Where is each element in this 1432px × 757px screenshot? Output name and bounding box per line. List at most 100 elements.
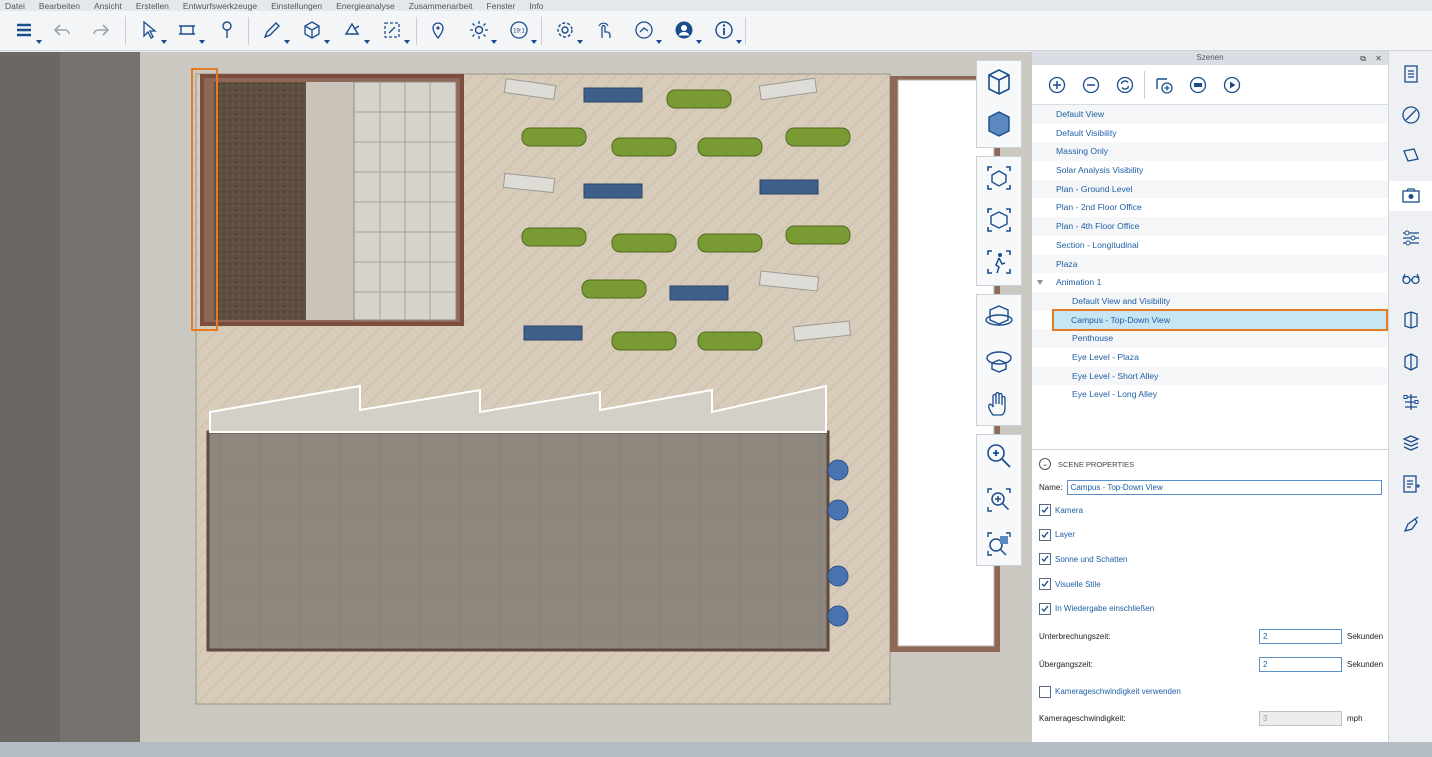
components-panel-icon[interactable] [1396, 305, 1426, 335]
toolbar-separator [541, 17, 542, 45]
play-icon[interactable] [1215, 71, 1249, 99]
sun-shadow-label: Sonne und Schatten [1055, 554, 1128, 564]
settings-icon[interactable] [553, 18, 583, 44]
menu-entwurfswerkzeuge[interactable]: Entwurfswerkzeuge [183, 1, 257, 11]
3d-viewport[interactable] [0, 52, 1031, 742]
select-icon[interactable] [137, 18, 167, 44]
list-item[interactable]: Eye Level - Plaza [1032, 348, 1388, 367]
camera-speed-checkbox-label: Kamerageschwindigkeit verwenden [1055, 687, 1181, 697]
include-playback-checkbox[interactable] [1039, 602, 1051, 615]
chevron-down-icon[interactable]: ⌄ [1039, 458, 1051, 470]
add-scene-icon[interactable] [1040, 71, 1074, 99]
time-icon[interactable]: 19:1 [507, 18, 537, 44]
layer-checkbox[interactable] [1039, 528, 1051, 541]
zoom-extents-icon[interactable] [976, 524, 1022, 564]
undock-icon[interactable]: ⧉ [1360, 52, 1366, 66]
zoom-window-icon[interactable] [976, 480, 1022, 520]
walk-view-icon[interactable] [976, 242, 1022, 282]
pause-unit: Sekunden [1347, 632, 1384, 642]
list-item[interactable]: Plan - 2nd Floor Office [1032, 198, 1388, 217]
list-item[interactable]: Penthouse [1032, 329, 1388, 348]
surface-icon[interactable] [340, 18, 370, 44]
menu-fenster[interactable]: Fenster [487, 1, 516, 11]
orbit-3d-icon[interactable] [976, 296, 1022, 336]
list-item[interactable]: Solar Analysis Visibility [1032, 161, 1388, 180]
right-sidebar [1388, 51, 1432, 742]
list-item[interactable]: Eye Level - Short Alley [1032, 366, 1388, 386]
draw-icon[interactable] [260, 18, 290, 44]
properties-icon[interactable] [1396, 59, 1426, 89]
list-item[interactable]: Default View and Visibility [1032, 291, 1388, 311]
toolbar-separator [248, 17, 249, 45]
pan-hand-icon[interactable] [976, 384, 1022, 424]
include-playback-label: In Wiedergabe einschließen [1055, 604, 1155, 614]
scene-properties-header[interactable]: ⌄ SCENE PROPERTIES [1039, 452, 1388, 476]
pause-time-label: Unterbrechungszeit: [1039, 632, 1111, 642]
zoom-icon[interactable] [976, 436, 1022, 476]
kamera-checkbox[interactable] [1039, 504, 1051, 517]
add-animation-icon[interactable] [1147, 71, 1181, 99]
account-icon[interactable] [672, 18, 702, 44]
list-item[interactable]: Eye Level - Long Alley [1032, 385, 1388, 404]
style-icon[interactable] [1396, 100, 1426, 130]
close-icon[interactable]: ✕ [1375, 52, 1382, 66]
menu-einstellungen[interactable]: Einstellungen [271, 1, 322, 11]
transition-unit: Sekunden [1347, 660, 1384, 670]
box-icon[interactable] [300, 18, 330, 44]
location-icon[interactable] [426, 18, 450, 42]
default-view-icon[interactable] [976, 200, 1022, 240]
bottom-view-icon[interactable] [976, 104, 1022, 144]
toolbar-separator [1144, 70, 1145, 99]
layers-icon[interactable] [12, 18, 42, 44]
sun-icon[interactable] [467, 18, 497, 44]
materials-icon[interactable] [1396, 141, 1426, 171]
camera-speed-checkbox[interactable] [1039, 685, 1051, 698]
menu-ansicht[interactable]: Ansicht [94, 1, 122, 11]
menu-energieanalyse[interactable]: Energieanalyse [336, 1, 395, 11]
turntable-icon[interactable] [976, 340, 1022, 380]
list-item[interactable]: Section - Longitudinal [1032, 236, 1388, 255]
pause-time-field[interactable] [1259, 629, 1342, 645]
scene-name-field[interactable] [1066, 479, 1382, 495]
visual-styles-checkbox[interactable] [1039, 578, 1051, 591]
list-item[interactable]: Plan - Ground Level [1032, 179, 1388, 199]
notes-icon[interactable] [1396, 469, 1426, 499]
share-icon[interactable] [632, 18, 662, 44]
pin-icon[interactable] [215, 18, 239, 42]
stack-icon[interactable] [1396, 428, 1426, 458]
record-icon[interactable] [1181, 71, 1215, 99]
paint-icon[interactable] [1396, 510, 1426, 540]
menu-bearbeiten[interactable]: Bearbeiten [39, 1, 80, 11]
touch-icon[interactable] [592, 18, 616, 42]
update-scene-icon[interactable] [1108, 71, 1142, 99]
scenes-icon[interactable] [1389, 181, 1432, 211]
sun-shadow-checkbox[interactable] [1039, 553, 1051, 566]
layers-panel-icon[interactable] [1396, 223, 1426, 253]
name-label: Name: [1039, 482, 1063, 492]
menu-zusammenarbeit[interactable]: Zusammenarbeit [409, 1, 473, 11]
list-item[interactable]: Default View [1032, 105, 1388, 124]
top-view-icon[interactable] [976, 62, 1022, 102]
transition-time-field[interactable] [1259, 657, 1342, 673]
layer-label: Layer [1055, 530, 1076, 540]
remove-scene-icon[interactable] [1074, 71, 1108, 99]
list-item[interactable]: Massing Only [1032, 142, 1388, 162]
viewpoint-icon[interactable] [1396, 264, 1426, 294]
animation-group-item[interactable]: Animation 1 [1032, 273, 1388, 292]
menu-info[interactable]: Info [529, 1, 543, 11]
info-icon[interactable] [712, 18, 742, 44]
measure-icon[interactable] [175, 18, 205, 44]
structure-icon[interactable] [1396, 387, 1426, 417]
scene-properties-title: SCENE PROPERTIES [1058, 459, 1135, 469]
orbit-view-icon[interactable] [976, 158, 1022, 198]
components-icon[interactable] [380, 18, 410, 44]
undo-icon[interactable] [50, 18, 74, 42]
selected-scene-item[interactable]: Campus - Top-Down View [1052, 308, 1388, 332]
list-item[interactable]: Plan - 4th Floor Office [1032, 217, 1388, 236]
menu-erstellen[interactable]: Erstellen [136, 1, 169, 11]
list-item[interactable]: Plaza [1032, 254, 1388, 274]
list-item[interactable]: Default Visibility [1032, 124, 1388, 143]
sections-icon[interactable] [1396, 346, 1426, 376]
menu-datei[interactable]: Datei [5, 1, 25, 11]
redo-icon[interactable] [89, 18, 113, 42]
